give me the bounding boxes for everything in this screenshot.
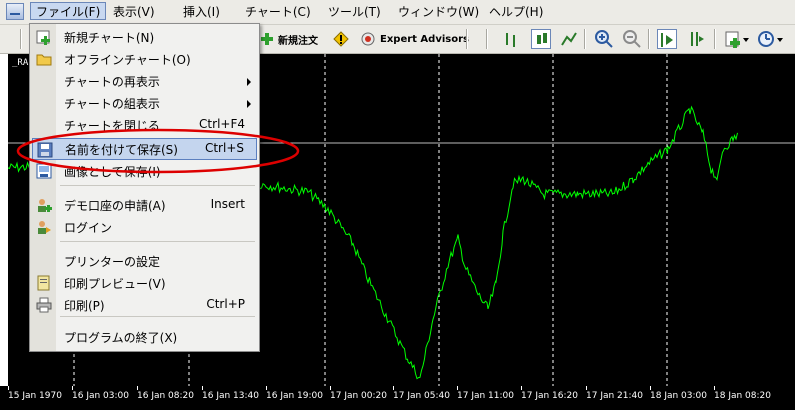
alert-button[interactable] <box>333 28 349 50</box>
x-axis-label: 16 Jan 03:00 <box>72 391 129 401</box>
x-axis-tick <box>714 386 715 390</box>
menu-window[interactable]: ウィンドウ(W) <box>393 3 484 21</box>
toolbar-separator <box>584 29 586 49</box>
chart-symbol: _RA <box>12 58 29 68</box>
x-axis-tick <box>521 386 522 390</box>
app-icon[interactable] <box>6 3 24 20</box>
x-axis-tick <box>650 386 651 390</box>
file-menu-item[interactable]: チャートの組表示 <box>32 92 257 114</box>
menu-tools[interactable]: ツール(T) <box>323 3 386 21</box>
file-menu-item[interactable]: チャートの再表示 <box>32 70 257 92</box>
toolbar-separator <box>20 29 22 49</box>
menu-bar: ファイル(F) 表示(V) 挿入(I) チャート(C) ツール(T) ウィンドウ… <box>0 0 795 25</box>
x-axis-label: 16 Jan 08:20 <box>137 391 194 401</box>
plus-icon <box>261 33 273 45</box>
file-menu-item-label: デモ口座の申請(A) <box>64 199 166 213</box>
x-axis-label: 17 Jan 16:20 <box>521 391 578 401</box>
toolbar-separator <box>648 29 650 49</box>
toolbar-separator <box>466 29 468 49</box>
highlight-ellipse <box>16 128 300 174</box>
zoom-in-icon[interactable] <box>594 29 614 49</box>
file-menu-item[interactable]: 印刷(P) Ctrl+P <box>32 294 257 316</box>
file-menu-item-shortcut: Insert <box>210 197 245 211</box>
file-menu-item-label: 新規チャート(N) <box>64 31 155 45</box>
file-menu-item-shortcut: Ctrl+P <box>206 297 245 311</box>
file-menu-item-label: プリンターの設定 <box>64 255 161 269</box>
x-axis-label: 17 Jan 05:40 <box>393 391 450 401</box>
submenu-arrow-icon <box>247 78 251 86</box>
file-menu-item[interactable]: オフラインチャート(O) <box>32 48 257 70</box>
x-axis-tick <box>72 386 73 390</box>
file-menu-item-label: プログラムの終了(X) <box>64 331 178 345</box>
file-menu-item-label: チャートの再表示 <box>64 75 160 89</box>
x-axis-tick <box>393 386 394 390</box>
file-menu-item[interactable]: プログラムの終了(X) <box>32 326 257 348</box>
line-chart-icon[interactable] <box>559 29 579 49</box>
file-menu-item-label: チャートの組表示 <box>64 97 160 111</box>
x-axis-tick <box>457 386 458 390</box>
file-menu-item-label: ログイン <box>64 221 113 235</box>
toolbar-separator <box>486 29 488 49</box>
file-menu-item-label: オフラインチャート(O) <box>64 53 191 67</box>
x-axis-tick <box>8 386 9 390</box>
chart-shift-icon[interactable] <box>657 29 677 49</box>
expert-advisors-label: Expert Advisors <box>380 33 469 45</box>
x-axis-label: 16 Jan 19:00 <box>266 391 323 401</box>
demo-account-icon <box>38 199 52 212</box>
file-menu-item[interactable]: デモ口座の申請(A) Insert <box>32 194 257 216</box>
menu-help[interactable]: ヘルプ(H) <box>484 3 548 21</box>
x-axis-label: 15 Jan 1970 <box>8 391 62 401</box>
clock-icon[interactable] <box>757 29 785 49</box>
folder-icon <box>36 54 52 66</box>
x-axis-label: 17 Jan 00:20 <box>330 391 387 401</box>
x-axis-label: 17 Jan 11:00 <box>457 391 514 401</box>
file-menu-item[interactable]: プリンターの設定 <box>32 250 257 272</box>
x-axis-tick <box>137 386 138 390</box>
menu-file[interactable]: ファイル(F) <box>30 2 107 20</box>
menu-insert[interactable]: 挿入(I) <box>178 3 225 21</box>
toolbar-separator <box>714 29 716 49</box>
time-axis: 15 Jan 1970 16 Jan 03:00 16 Jan 08:20 16 Ja… <box>0 386 795 410</box>
x-axis-tick <box>586 386 587 390</box>
candlestick-chart-icon[interactable] <box>531 29 551 49</box>
new-chart-icon <box>36 30 50 45</box>
file-menu-item[interactable]: ログイン <box>32 216 257 238</box>
zoom-out-icon[interactable] <box>622 29 642 49</box>
new-order-button[interactable]: 新規注文 <box>260 28 318 50</box>
submenu-arrow-icon <box>247 100 251 108</box>
expert-advisors-icon <box>361 32 375 46</box>
printer-icon <box>36 297 52 313</box>
x-axis-tick <box>330 386 331 390</box>
menu-separator <box>60 241 255 242</box>
menu-chart[interactable]: チャート(C) <box>240 3 316 21</box>
menu-view[interactable]: 表示(V) <box>108 3 160 21</box>
file-menu-item-label: 印刷プレビュー(V) <box>64 277 166 291</box>
auto-scroll-icon[interactable] <box>686 29 706 49</box>
print-preview-icon <box>37 275 50 291</box>
menu-separator <box>60 185 255 186</box>
file-menu-item[interactable]: 新規チャート(N) <box>32 26 257 48</box>
file-menu: 新規チャート(N) オフラインチャート(O) チャートの再表示 チャートの組表示 チャー… <box>29 23 260 352</box>
x-axis-label: 18 Jan 03:00 <box>650 391 707 401</box>
file-menu-item[interactable]: 印刷プレビュー(V) <box>32 272 257 294</box>
add-indicator-icon[interactable] <box>724 29 750 49</box>
x-axis-label: 16 Jan 13:40 <box>202 391 259 401</box>
x-axis-tick <box>202 386 203 390</box>
warning-icon <box>333 31 349 47</box>
file-menu-item-label: 印刷(P) <box>64 299 105 313</box>
x-axis-label: 17 Jan 21:40 <box>586 391 643 401</box>
new-order-label: 新規注文 <box>278 35 318 47</box>
login-icon <box>38 221 51 234</box>
expert-advisors-button[interactable]: Expert Advisors <box>360 28 469 50</box>
x-axis-tick <box>266 386 267 390</box>
bar-chart-icon[interactable] <box>502 29 522 49</box>
menu-separator <box>60 316 255 317</box>
x-axis-label: 18 Jan 08:20 <box>714 391 771 401</box>
